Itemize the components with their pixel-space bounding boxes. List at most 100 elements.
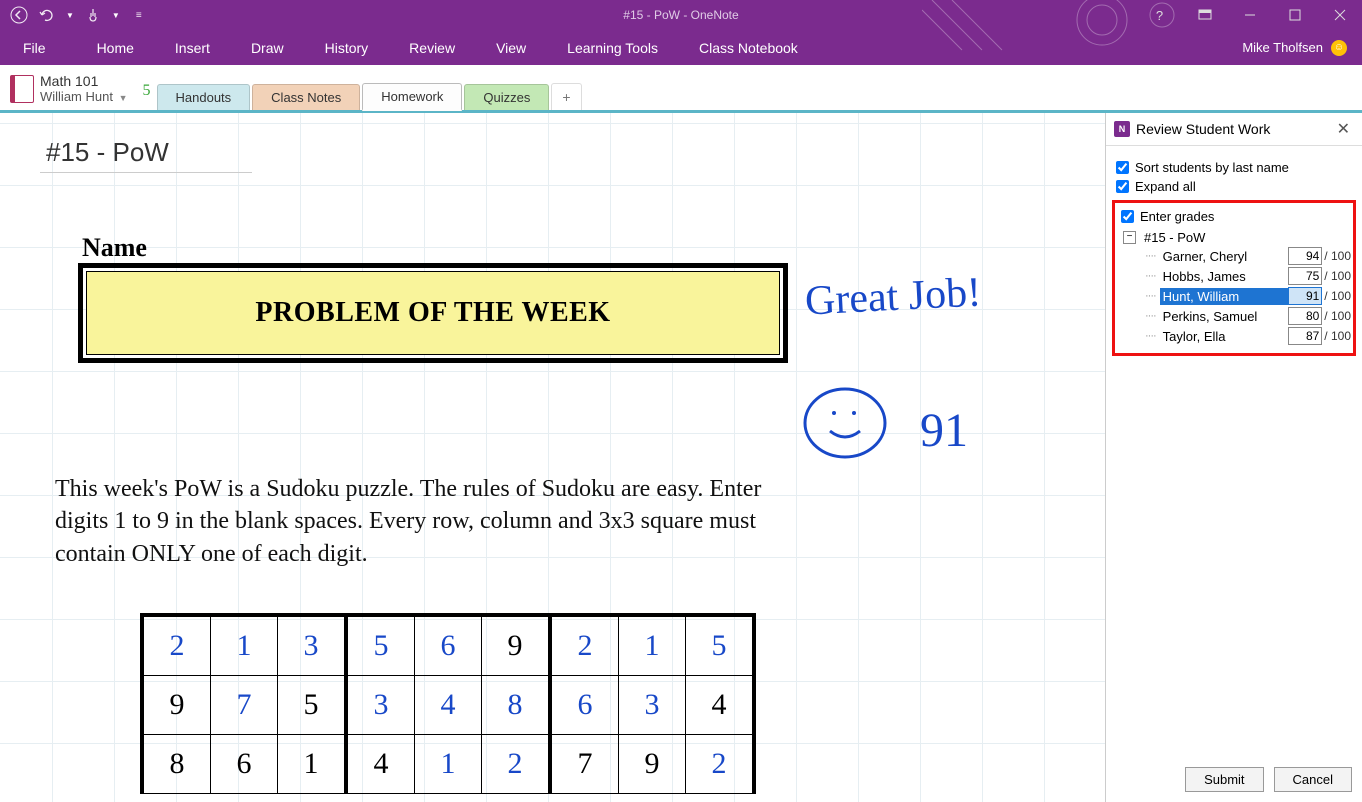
grades-checkbox[interactable]	[1121, 210, 1134, 223]
sudoku-cell: 2	[686, 735, 755, 794]
minimize-button[interactable]	[1227, 0, 1272, 30]
grades-checkbox-row[interactable]: Enter grades	[1121, 209, 1347, 224]
page-title[interactable]: #15 - PoW	[40, 133, 252, 173]
undo-button[interactable]	[38, 6, 56, 24]
ribbon-tab-home[interactable]: Home	[89, 32, 142, 64]
sudoku-cell: 1	[211, 615, 278, 676]
grade-input[interactable]	[1288, 267, 1322, 285]
student-row[interactable]: ···· Taylor, Ella / 100	[1145, 327, 1351, 345]
name-label: Name	[82, 233, 147, 263]
panel-close-button[interactable]: ✕	[1333, 119, 1354, 139]
section-tab-quizzes[interactable]: Quizzes	[464, 84, 549, 110]
ribbon-tab-learning-tools[interactable]: Learning Tools	[559, 32, 666, 64]
student-name[interactable]: Perkins, Samuel	[1160, 308, 1289, 325]
section-tab-classnotes[interactable]: Class Notes	[252, 84, 360, 110]
assignment-name: #15 - PoW	[1144, 230, 1205, 245]
maximize-button[interactable]	[1272, 0, 1317, 30]
notebook-picker[interactable]: Math 101 William Hunt ▼	[10, 74, 128, 104]
student-name[interactable]: Taylor, Ella	[1160, 328, 1289, 345]
sudoku-cell: 2	[482, 735, 551, 794]
grade-input[interactable]	[1288, 247, 1322, 265]
onenote-icon: N	[1114, 121, 1130, 137]
tree-leaf-icon: ····	[1145, 250, 1156, 262]
title-bar: ▼ ▼ ≡ #15 - PoW - OneNote ?	[0, 0, 1362, 30]
assignment-node[interactable]: − #15 - PoW	[1123, 230, 1351, 245]
sudoku-cell: 4	[415, 676, 482, 735]
sudoku-cell: 6	[211, 735, 278, 794]
pow-heading: PROBLEM OF THE WEEK	[255, 297, 610, 329]
tree-leaf-icon: ····	[1145, 330, 1156, 342]
sudoku-cell: 7	[550, 735, 619, 794]
sudoku-cell: 5	[686, 615, 755, 676]
tree-leaf-icon: ····	[1145, 290, 1156, 302]
sudoku-cell: 9	[142, 676, 211, 735]
sudoku-cell: 5	[346, 615, 415, 676]
submit-button[interactable]: Submit	[1185, 767, 1263, 792]
sudoku-cell: 4	[346, 735, 415, 794]
sudoku-cell: 2	[550, 615, 619, 676]
sudoku-grid: 213569215975348634861412792	[140, 613, 756, 794]
grade-max: / 100	[1324, 329, 1351, 343]
grade-input[interactable]	[1288, 327, 1322, 345]
feedback-smiley-icon[interactable]: ☺	[1331, 40, 1347, 56]
grade-max: / 100	[1324, 249, 1351, 263]
expand-checkbox[interactable]	[1116, 180, 1129, 193]
ribbon-tab-review[interactable]: Review	[401, 32, 463, 64]
review-student-work-panel: N Review Student Work ✕ Sort students by…	[1105, 113, 1362, 802]
sort-checkbox[interactable]	[1116, 161, 1129, 174]
grade-max: / 100	[1324, 289, 1351, 303]
ink-great-job: Great Job!	[804, 268, 982, 325]
close-button[interactable]	[1317, 0, 1362, 30]
add-section-button[interactable]: +	[551, 83, 581, 110]
tree-collapse-icon[interactable]: −	[1123, 231, 1136, 244]
grade-input[interactable]	[1288, 287, 1322, 305]
student-row[interactable]: ····Perkins, Samuel / 100	[1145, 307, 1351, 325]
expand-checkbox-row[interactable]: Expand all	[1116, 179, 1352, 194]
instructions-text: This week's PoW is a Sudoku puzzle. The …	[55, 473, 795, 570]
ribbon-tab-view[interactable]: View	[488, 32, 534, 64]
student-name[interactable]: Hunt, William	[1160, 288, 1289, 305]
grade-input[interactable]	[1288, 307, 1322, 325]
qat-customize-button[interactable]: ≡	[130, 6, 148, 24]
ribbon-display-button[interactable]	[1182, 0, 1227, 30]
window-controls: ?	[1137, 0, 1362, 30]
grade-max: / 100	[1324, 269, 1351, 283]
ribbon-tab-history[interactable]: History	[317, 32, 377, 64]
ribbon-tab-class-notebook[interactable]: Class Notebook	[691, 32, 806, 64]
sudoku-cell: 4	[686, 676, 755, 735]
sudoku-cell: 1	[415, 735, 482, 794]
student-name[interactable]: Hobbs, James	[1160, 268, 1289, 285]
grades-label: Enter grades	[1140, 209, 1214, 224]
tree-leaf-icon: ····	[1145, 310, 1156, 322]
user-name[interactable]: Mike Tholfsen	[1242, 40, 1323, 55]
sudoku-cell: 7	[211, 676, 278, 735]
sudoku-cell: 9	[619, 735, 686, 794]
help-icon[interactable]: ?	[1137, 0, 1182, 30]
student-row[interactable]: ···· Hunt, William / 100	[1145, 287, 1351, 305]
notebook-icon	[10, 75, 34, 103]
touch-mode-button[interactable]	[84, 6, 102, 24]
file-tab[interactable]: File	[15, 32, 54, 64]
panel-title: Review Student Work	[1136, 121, 1327, 137]
student-name[interactable]: Garner, Cheryl	[1160, 248, 1289, 265]
sudoku-cell: 1	[619, 615, 686, 676]
sudoku-cell: 6	[415, 615, 482, 676]
ribbon-tab-draw[interactable]: Draw	[243, 32, 292, 64]
page-canvas[interactable]: #15 - PoW Name PROBLEM OF THE WEEK This …	[0, 113, 1105, 802]
quick-access-toolbar: ▼ ▼ ≡	[0, 6, 148, 24]
section-tab-homework[interactable]: Homework	[362, 83, 462, 111]
sort-checkbox-row[interactable]: Sort students by last name	[1116, 160, 1352, 175]
section-tab-handouts[interactable]: Handouts	[157, 84, 251, 110]
window-title: #15 - PoW - OneNote	[623, 8, 738, 22]
back-button[interactable]	[10, 6, 28, 24]
sudoku-cell: 8	[142, 735, 211, 794]
cancel-button[interactable]: Cancel	[1274, 767, 1352, 792]
sort-label: Sort students by last name	[1135, 160, 1289, 175]
grades-highlight-box: Enter grades − #15 - PoW ···· Garner, Che…	[1112, 200, 1356, 356]
student-row[interactable]: ···· Garner, Cheryl / 100	[1145, 247, 1351, 265]
sudoku-cell: 3	[346, 676, 415, 735]
student-row[interactable]: ····Hobbs, James / 100	[1145, 267, 1351, 285]
ribbon-tab-insert[interactable]: Insert	[167, 32, 218, 64]
sudoku-cell: 1	[278, 735, 347, 794]
ink-smiley-icon	[800, 383, 890, 463]
